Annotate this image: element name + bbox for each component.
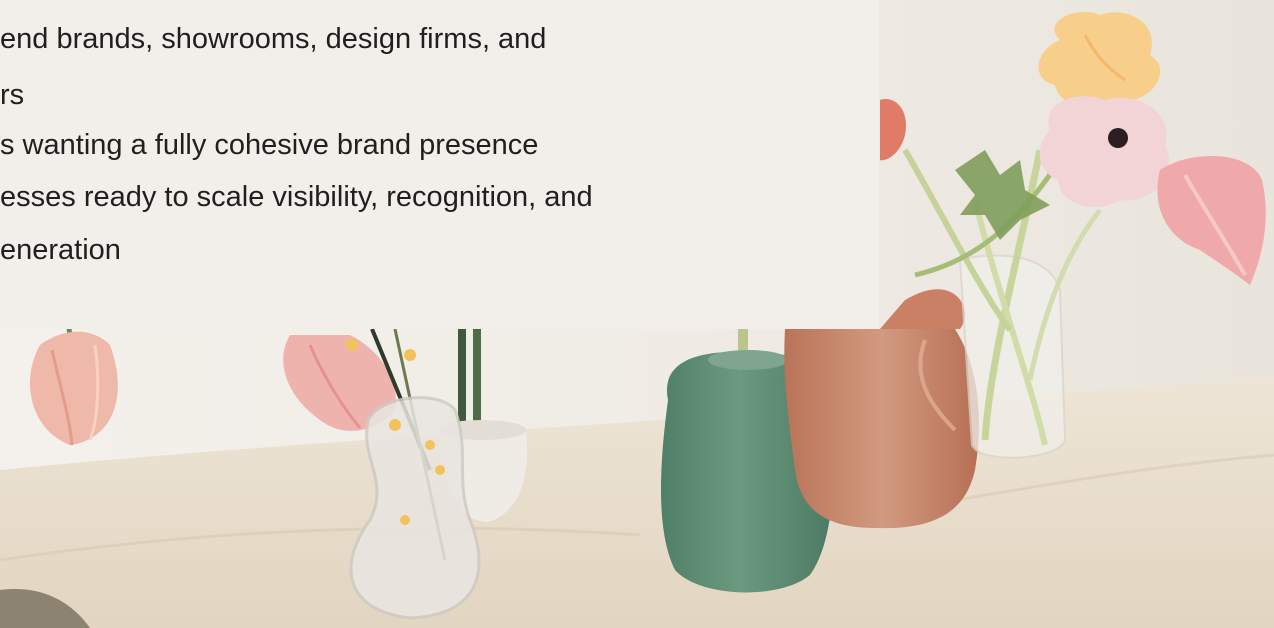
text-panel: end brands, showrooms, design firms, and… — [0, 0, 879, 329]
text-line-5: eneration — [0, 234, 121, 266]
text-line-4: esses ready to scale visibility, recogni… — [0, 181, 593, 213]
text-line-2: rs — [0, 79, 25, 111]
text-line-3: s wanting a fully cohesive brand presenc… — [0, 129, 539, 161]
text-line-1: end brands, showrooms, design firms, and — [0, 23, 547, 55]
